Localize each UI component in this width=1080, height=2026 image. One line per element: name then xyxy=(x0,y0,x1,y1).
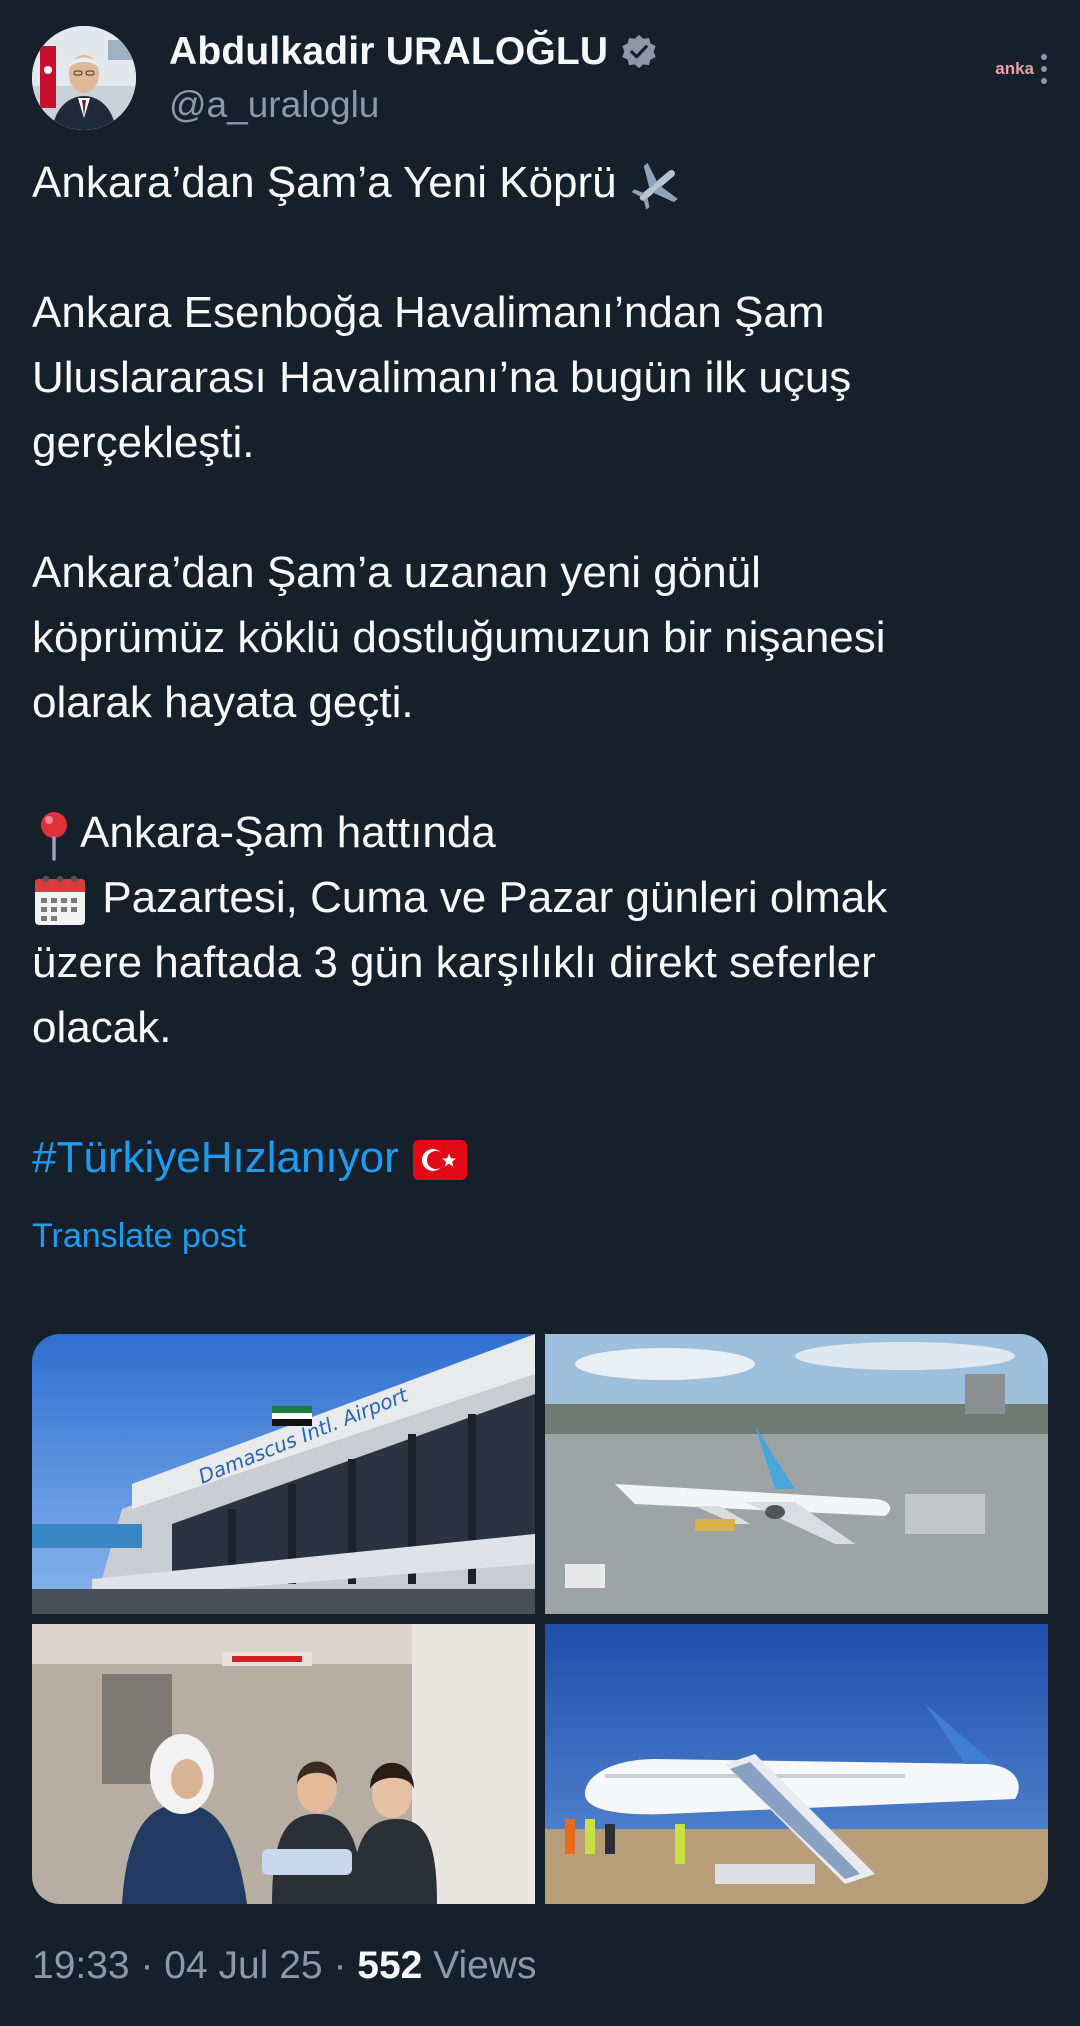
airplane-icon xyxy=(631,163,678,210)
paragraph-2-line-2: köprümüz köklü dostluğumuzun bir nişanes… xyxy=(32,613,886,662)
more-options[interactable]: anka xyxy=(995,52,1048,86)
tweet: Abdulkadir URALOĞLU @a_uraloglu anka Ank… xyxy=(0,0,1080,2026)
paragraph-1-line-1: Ankara Esenboğa Havalimanı’ndan Şam xyxy=(32,288,825,337)
meta-separator: · xyxy=(140,1944,154,1987)
author-handle[interactable]: @a_uraloglu xyxy=(169,84,379,126)
calendar-line-1-text: Pazartesi, Cuma ve Pazar günleri olmak xyxy=(102,873,888,922)
calendar-line-2: üzere haftada 3 gün karşılıklı direkt se… xyxy=(32,938,876,987)
avatar[interactable] xyxy=(32,26,136,130)
paragraph-2-line-1: Ankara’dan Şam’a uzanan yeni gönül xyxy=(32,548,761,597)
views-count: 552 xyxy=(357,1944,423,1987)
airplane-on-apron-photo[interactable] xyxy=(545,1334,1048,1614)
pin-line-text: Ankara-Şam hattında xyxy=(80,808,496,857)
views-label: Views xyxy=(433,1944,537,1987)
calendar-line-3: olacak. xyxy=(32,1003,172,1052)
vertical-dots-icon[interactable] xyxy=(1040,52,1048,86)
post-time[interactable]: 19:33 xyxy=(32,1944,130,1987)
author-name[interactable]: Abdulkadir URALOĞLU xyxy=(169,30,608,74)
paragraph-1-line-3: gerçekleşti. xyxy=(32,418,255,467)
translate-post-link[interactable]: Translate post xyxy=(32,1217,246,1256)
anka-watermark: anka xyxy=(995,59,1034,78)
tweet-text: Ankara’dan Şam’a Yeni Köprü Ankara Esenb… xyxy=(32,150,1052,1190)
airport-terminal-photo[interactable]: Damascus Intl. Airport xyxy=(32,1334,535,1614)
paragraph-1-line-2: Uluslararası Havalimanı’na bugün ilk uçu… xyxy=(32,353,852,402)
pushpin-icon xyxy=(41,812,67,862)
pin-line: Ankara-Şam hattında xyxy=(32,800,1052,865)
post-date[interactable]: 04 Jul 25 xyxy=(164,1944,322,1987)
title-line: Ankara’dan Şam’a Yeni Köprü xyxy=(32,150,1052,215)
tweet-header: Abdulkadir URALOĞLU @a_uraloglu anka xyxy=(32,22,1048,132)
calendar-line-1: Pazartesi, Cuma ve Pazar günleri olmak xyxy=(32,865,1052,930)
title-text: Ankara’dan Şam’a Yeni Köprü xyxy=(32,158,617,207)
tweet-meta: 19:33 · 04 Jul 25 · 552 Views xyxy=(32,1944,537,1988)
hashtag-link[interactable]: #TürkiyeHızlanıyor xyxy=(32,1133,399,1182)
author-name-row[interactable]: Abdulkadir URALOĞLU xyxy=(169,30,658,74)
hashtag-line: #TürkiyeHızlanıyor xyxy=(32,1125,1052,1190)
meta-separator: · xyxy=(333,1944,347,1987)
verified-badge-icon xyxy=(622,34,656,69)
passengers-boarding-stairs-photo[interactable] xyxy=(545,1624,1048,1904)
calendar-icon xyxy=(35,876,85,926)
media-grid: Damascus Intl. Airport xyxy=(32,1334,1048,1904)
cabin-crew-welcome-photo[interactable] xyxy=(32,1624,535,1904)
turkey-flag-icon xyxy=(413,1140,468,1181)
paragraph-2-line-3: olarak hayata geçti. xyxy=(32,678,414,727)
